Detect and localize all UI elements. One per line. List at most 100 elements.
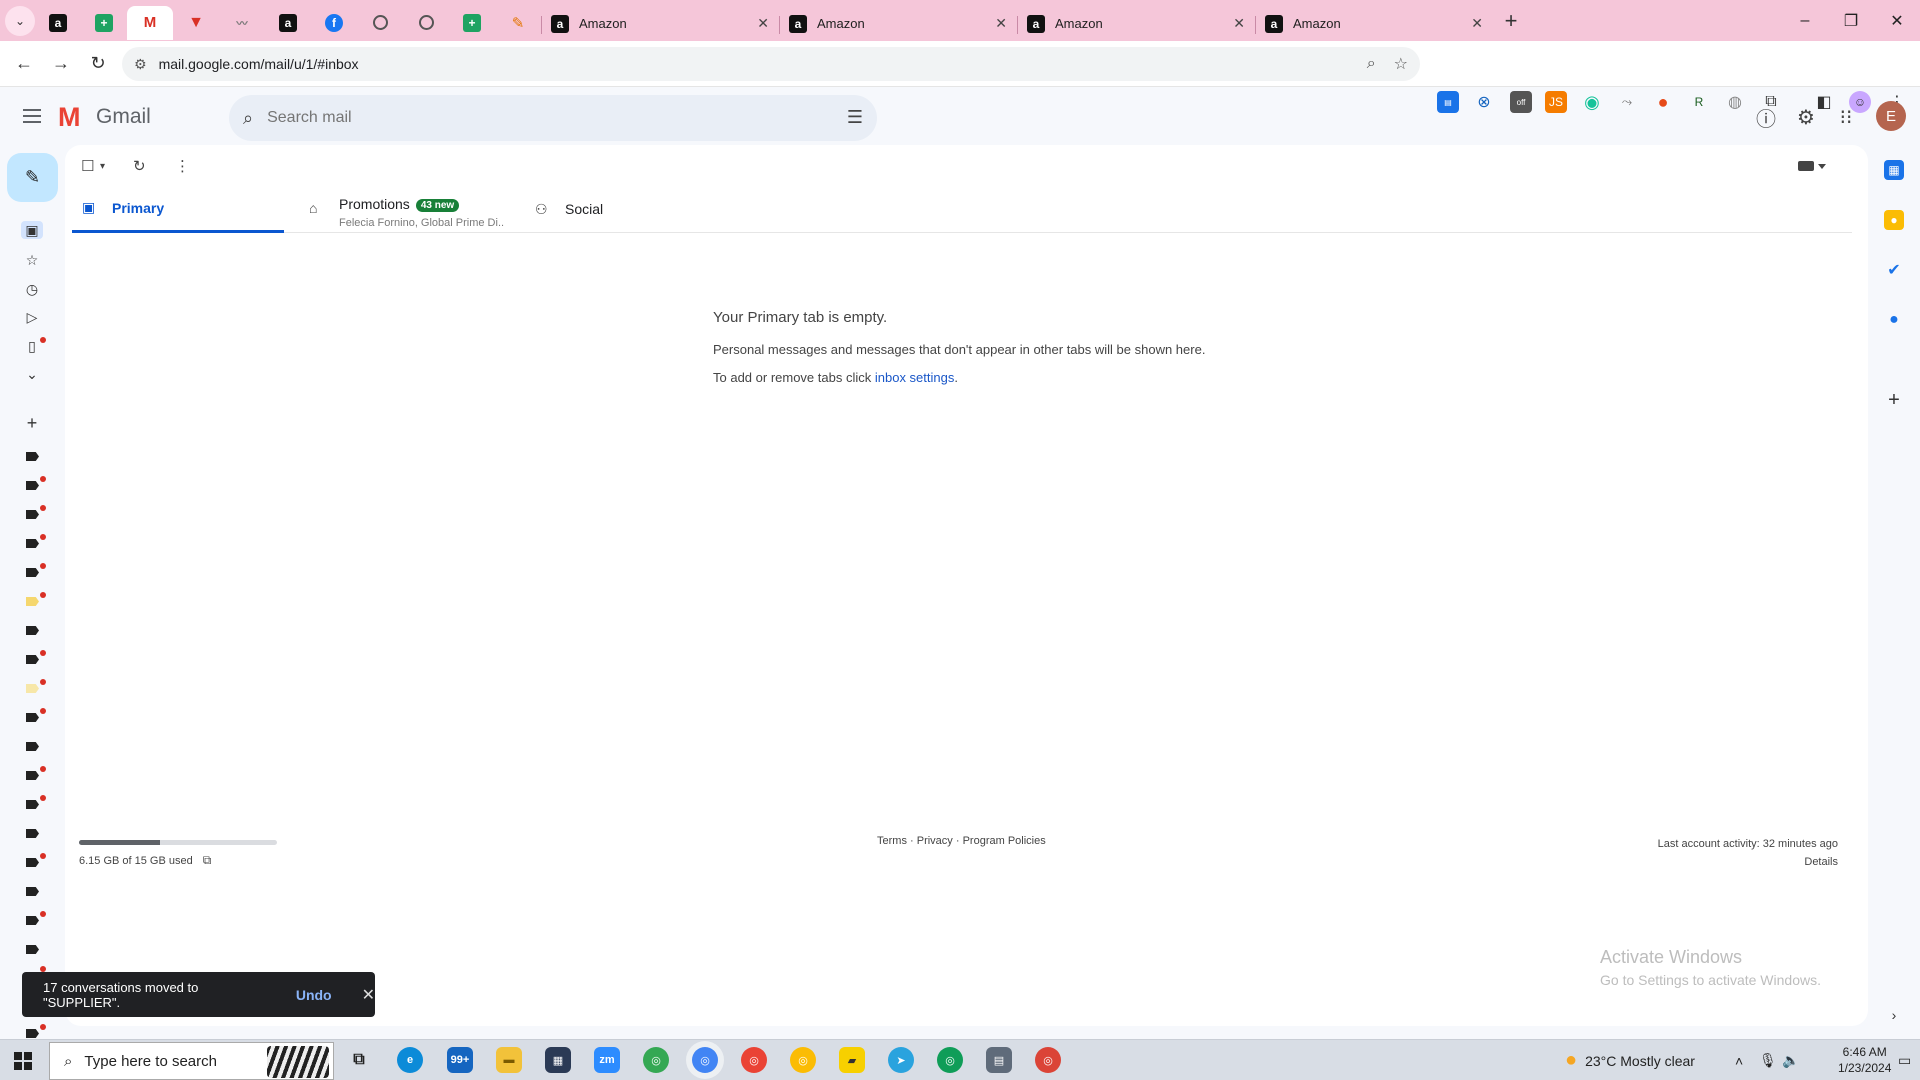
label-icon[interactable] bbox=[26, 742, 39, 751]
mail-icon[interactable]: 99+ bbox=[447, 1047, 473, 1073]
label-icon[interactable] bbox=[26, 597, 39, 606]
label-icon[interactable] bbox=[26, 568, 39, 577]
calculator-icon[interactable]: ▤ bbox=[986, 1047, 1012, 1073]
telegram-icon[interactable]: ➤ bbox=[888, 1047, 914, 1073]
details-link[interactable]: Details bbox=[1804, 856, 1838, 868]
undo-button[interactable]: Undo bbox=[296, 987, 332, 1003]
close-tab-icon[interactable]: ✕ bbox=[995, 15, 1007, 32]
chrome-icon[interactable]: ◎ bbox=[643, 1047, 669, 1073]
minimize-button[interactable]: – bbox=[1782, 0, 1828, 41]
address-bar[interactable]: ⚙ mail.google.com/mail/u/1/#inbox ⌕ ☆ bbox=[122, 47, 1420, 81]
refresh-icon[interactable]: ↻ bbox=[133, 157, 146, 175]
label-icon[interactable] bbox=[26, 771, 39, 780]
tab-primary[interactable]: ▣ Primary bbox=[72, 185, 284, 233]
more-chevron-icon[interactable]: ⌄ bbox=[21, 365, 43, 383]
back-button[interactable]: ← bbox=[8, 48, 40, 80]
label-icon[interactable] bbox=[26, 655, 39, 664]
expand-panel-icon[interactable]: › bbox=[1884, 1005, 1904, 1025]
zoom-icon[interactable]: zm bbox=[594, 1047, 620, 1073]
external-link-icon[interactable]: ⧉ bbox=[203, 853, 212, 868]
tray-chevron-icon[interactable]: ˄ bbox=[1735, 1040, 1743, 1080]
label-icon[interactable] bbox=[26, 539, 39, 548]
close-icon[interactable]: ✕ bbox=[362, 985, 375, 1005]
get-addons-icon[interactable]: + bbox=[1884, 389, 1904, 411]
zoom-icon[interactable]: ⌕ bbox=[1367, 55, 1376, 73]
label-icon[interactable] bbox=[26, 626, 39, 635]
chrome-icon[interactable]: ◎ bbox=[1035, 1047, 1061, 1073]
pinned-tab-gmail[interactable]: M bbox=[127, 5, 173, 40]
pinned-tab-red[interactable]: ▼ bbox=[173, 6, 219, 40]
close-tab-icon[interactable]: ✕ bbox=[757, 15, 769, 32]
help-icon[interactable]: ⓘ bbox=[1754, 105, 1778, 131]
search-icon[interactable]: ⌕ bbox=[243, 108, 253, 129]
pinned-tab-sheets-2[interactable]: + bbox=[449, 6, 495, 40]
pinned-tab-globe-2[interactable] bbox=[403, 6, 449, 40]
chrome-icon[interactable]: ◎ bbox=[937, 1047, 963, 1073]
compose-button[interactable]: ✎ bbox=[7, 153, 58, 202]
select-checkbox[interactable]: ☐ bbox=[81, 157, 94, 175]
task-view-icon[interactable]: ⧉ bbox=[346, 1047, 372, 1073]
terms-link[interactable]: Terms bbox=[877, 835, 907, 847]
create-label-icon[interactable]: + bbox=[21, 413, 43, 433]
site-settings-icon[interactable]: ⚙ bbox=[134, 56, 147, 73]
chrome-icon[interactable]: ◎ bbox=[741, 1047, 767, 1073]
pinned-tab-facebook[interactable]: f bbox=[311, 6, 357, 40]
account-avatar[interactable]: E bbox=[1876, 101, 1906, 131]
pinned-tab-amazon-2[interactable]: a bbox=[265, 6, 311, 40]
select-dropdown-icon[interactable]: ▾ bbox=[100, 161, 105, 172]
inbox-settings-link[interactable]: inbox settings bbox=[875, 370, 955, 385]
browser-tab[interactable]: a Amazon ✕ bbox=[1255, 7, 1493, 41]
input-tools-toggle[interactable] bbox=[1798, 159, 1830, 173]
inbox-icon[interactable]: ▣ bbox=[21, 221, 43, 239]
tab-search-button[interactable]: ⌄ bbox=[5, 5, 35, 36]
notifications-icon[interactable]: ▭ bbox=[1898, 1040, 1911, 1080]
forward-button[interactable]: → bbox=[45, 48, 77, 80]
keep-icon[interactable]: ● bbox=[1884, 210, 1904, 230]
label-icon[interactable] bbox=[26, 713, 39, 722]
tasks-icon[interactable]: ✔ bbox=[1884, 260, 1904, 280]
file-explorer-icon[interactable]: ▬ bbox=[496, 1047, 522, 1073]
system-clock[interactable]: 6:46 AM 1/23/2024 bbox=[1838, 1044, 1891, 1076]
settings-gear-icon[interactable]: ⚙ bbox=[1794, 105, 1818, 129]
sticky-notes-icon[interactable]: ▰ bbox=[839, 1047, 865, 1073]
label-icon[interactable] bbox=[26, 945, 39, 954]
weather-widget[interactable]: ● 23°C Mostly clear bbox=[1565, 1040, 1695, 1080]
apps-grid-icon[interactable]: ⁝⁝ bbox=[1834, 105, 1858, 129]
sent-icon[interactable]: ▷ bbox=[21, 308, 43, 326]
reload-button[interactable]: ↻ bbox=[82, 48, 114, 80]
privacy-link[interactable]: Privacy bbox=[917, 835, 953, 847]
label-icon[interactable] bbox=[26, 887, 39, 896]
restore-button[interactable]: ❐ bbox=[1828, 0, 1874, 41]
label-icon[interactable] bbox=[26, 916, 39, 925]
contacts-icon[interactable]: ● bbox=[1884, 310, 1904, 330]
label-icon[interactable] bbox=[26, 684, 39, 693]
store-icon[interactable]: ▦ bbox=[545, 1047, 571, 1073]
volume-icon[interactable]: 🔈 bbox=[1782, 1040, 1799, 1080]
browser-tab[interactable]: a Amazon ✕ bbox=[541, 7, 779, 41]
starred-icon[interactable]: ☆ bbox=[21, 251, 43, 269]
browser-tab[interactable]: a Amazon ✕ bbox=[1017, 7, 1255, 41]
browser-tab[interactable]: a Amazon ✕ bbox=[779, 7, 1017, 41]
label-icon[interactable] bbox=[26, 858, 39, 867]
label-icon[interactable] bbox=[26, 829, 39, 838]
pinned-tab-sheets[interactable]: + bbox=[81, 6, 127, 40]
gmail-brand[interactable]: Gmail bbox=[96, 105, 151, 129]
main-menu-button[interactable] bbox=[20, 104, 44, 128]
label-icon[interactable] bbox=[26, 452, 39, 461]
pinned-tab-globe[interactable] bbox=[357, 6, 403, 40]
pinned-tab-signature[interactable]: 〰 bbox=[219, 6, 265, 40]
search-options-icon[interactable]: ☰ bbox=[847, 107, 863, 128]
windows-start-icon[interactable] bbox=[14, 1052, 32, 1070]
taskbar-search[interactable]: ⌕ Type here to search bbox=[49, 1042, 334, 1080]
tab-promotions[interactable]: ⌂ Promotions 43 new Felecia Fornino, Glob… bbox=[309, 185, 519, 233]
label-icon[interactable] bbox=[26, 1029, 39, 1038]
pinned-tab-amazon[interactable]: a bbox=[35, 6, 81, 40]
program-policies-link[interactable]: Program Policies bbox=[963, 835, 1046, 847]
new-tab-button[interactable]: + bbox=[1497, 7, 1525, 35]
snoozed-icon[interactable]: ◷ bbox=[21, 280, 43, 298]
calendar-icon[interactable]: ▦ bbox=[1884, 160, 1904, 180]
edge-icon[interactable]: e bbox=[397, 1047, 423, 1073]
tab-social[interactable]: ⚇ Social bbox=[535, 185, 685, 233]
label-icon[interactable] bbox=[26, 800, 39, 809]
bookmark-star-icon[interactable]: ☆ bbox=[1394, 54, 1408, 74]
